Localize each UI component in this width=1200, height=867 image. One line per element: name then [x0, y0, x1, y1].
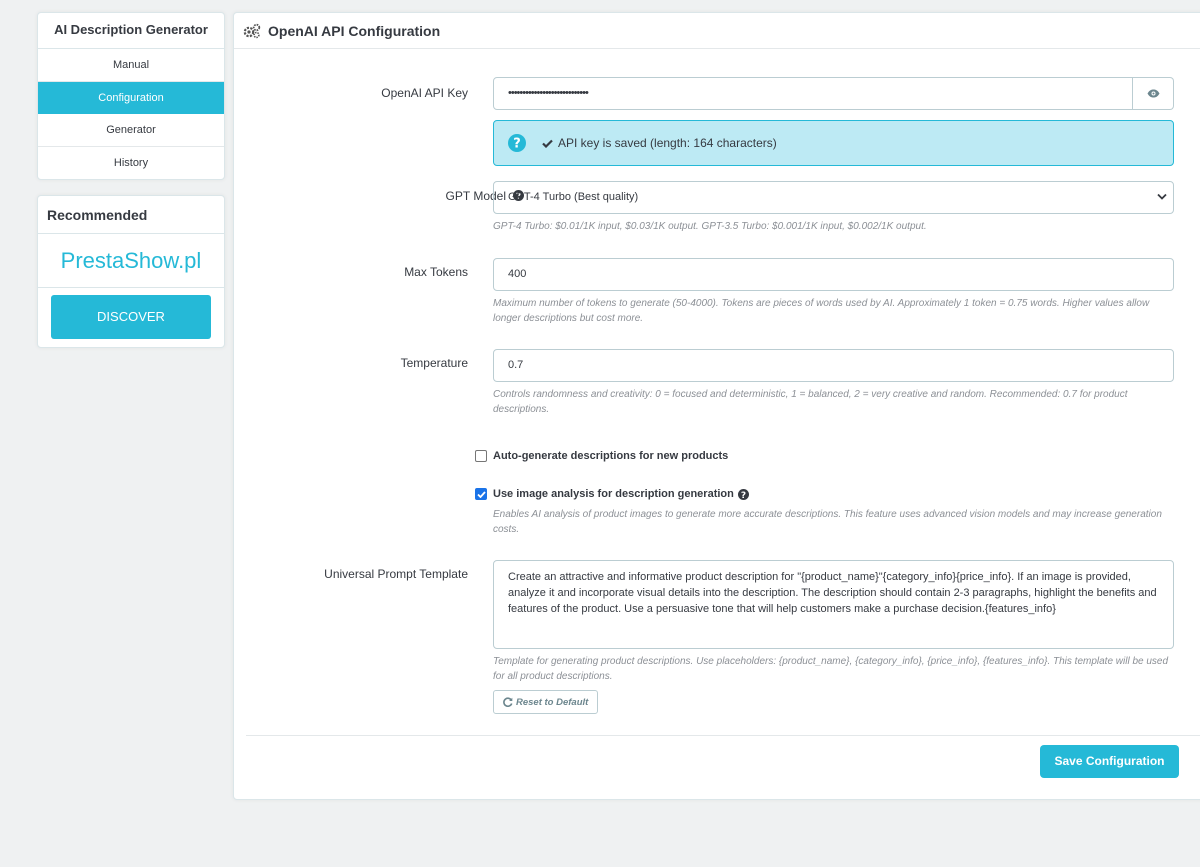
reset-default-label[interactable]: Reset to Default: [516, 697, 588, 708]
max-tokens-help: Maximum number of tokens to generate (50…: [493, 298, 1150, 324]
svg-text:?: ?: [513, 137, 521, 152]
image-analysis-help-wrap: Enables AI analysis of product images to…: [493, 502, 1174, 537]
api-key-label: OpenAI API Key: [381, 86, 468, 100]
auto-generate-checkbox[interactable]: [475, 450, 487, 462]
toggle-visibility-button[interactable]: [1133, 77, 1174, 110]
menu-item-history[interactable]: History: [38, 147, 224, 180]
help-icon[interactable]: ?: [737, 488, 749, 500]
question-circle-icon: ?: [508, 134, 526, 152]
footer-divider: [246, 735, 1200, 736]
temperature-label: Temperature: [400, 356, 468, 370]
panel-title: OpenAI API Configuration: [268, 22, 441, 39]
gpt-model-field: GPT-4 Turbo (Best quality) GPT-4 Turbo: …: [493, 181, 1174, 234]
image-analysis-checkbox[interactable]: [475, 488, 487, 500]
gears-icon: [243, 23, 261, 38]
recommended-button-wrap: DISCOVER: [38, 288, 224, 347]
api-key-status-text: API key is saved (length: 164 characters…: [558, 136, 777, 150]
prompt-template-label: Universal Prompt Template: [324, 567, 468, 581]
api-key-status-alert: ? API key is saved (length: 164 characte…: [493, 120, 1174, 166]
module-menu-title: AI Description Generator: [38, 13, 224, 49]
menu-item-generator[interactable]: Generator: [38, 114, 224, 147]
menu-item-manual[interactable]: Manual: [38, 49, 224, 82]
api-key-input-group: ••••••••••••••••••••••••••••: [493, 77, 1174, 110]
temperature-field: 0.7 Controls randomness and creativity: …: [493, 349, 1174, 417]
temperature-input[interactable]: 0.7: [493, 349, 1174, 382]
menu-item-configuration[interactable]: Configuration: [38, 81, 224, 114]
chevron-down-icon: [1157, 193, 1167, 200]
eye-icon: [1147, 89, 1159, 98]
gpt-model-select[interactable]: GPT-4 Turbo (Best quality): [493, 181, 1174, 214]
image-analysis-checkbox-row[interactable]: Use image analysis for description gener…: [475, 488, 749, 500]
max-tokens-field: 400 Maximum number of tokens to generate…: [493, 258, 1174, 326]
gpt-model-selected: GPT-4 Turbo (Best quality): [508, 191, 639, 203]
checkmark-icon: [476, 490, 486, 498]
max-tokens-label: Max Tokens: [404, 265, 468, 279]
discover-button[interactable]: DISCOVER: [51, 295, 211, 339]
config-panel: OpenAI API Configuration OpenAI API Key …: [233, 12, 1200, 800]
gpt-model-help: GPT-4 Turbo: $0.01/1K input, $0.03/1K ou…: [493, 221, 927, 232]
panel-header: OpenAI API Configuration: [234, 13, 1200, 49]
recommended-brand-link[interactable]: PrestaShow.pl: [38, 234, 224, 288]
reset-default-button[interactable]: Reset to Default: [493, 690, 599, 714]
image-analysis-label[interactable]: Use image analysis for description gener…: [493, 488, 734, 500]
api-key-field: •••••••••••••••••••••••••••• ? API key i…: [493, 77, 1174, 166]
image-analysis-help: Enables AI analysis of product images to…: [493, 509, 1162, 535]
recommended-card: Recommended PrestaShow.pl DISCOVER: [37, 195, 225, 348]
prompt-template-help: Template for generating product descript…: [493, 656, 1169, 682]
svg-text:?: ?: [741, 490, 746, 499]
prompt-template-field: Create an attractive and informative pro…: [493, 560, 1174, 714]
module-menu: AI Description Generator Manual Configur…: [37, 12, 225, 180]
auto-generate-label[interactable]: Auto-generate descriptions for new produ…: [493, 450, 728, 462]
recommended-title: Recommended: [38, 196, 224, 234]
auto-generate-row[interactable]: Auto-generate descriptions for new produ…: [475, 450, 728, 462]
refresh-icon: [503, 697, 513, 707]
temperature-help: Controls randomness and creativity: 0 = …: [493, 389, 1128, 415]
api-key-input[interactable]: ••••••••••••••••••••••••••••: [493, 77, 1133, 110]
sidebar: AI Description Generator Manual Configur…: [37, 12, 225, 348]
prompt-template-textarea[interactable]: Create an attractive and informative pro…: [493, 560, 1174, 649]
check-icon: [542, 139, 553, 148]
max-tokens-input[interactable]: 400: [493, 258, 1174, 291]
save-configuration-button[interactable]: Save Configuration: [1040, 745, 1179, 778]
